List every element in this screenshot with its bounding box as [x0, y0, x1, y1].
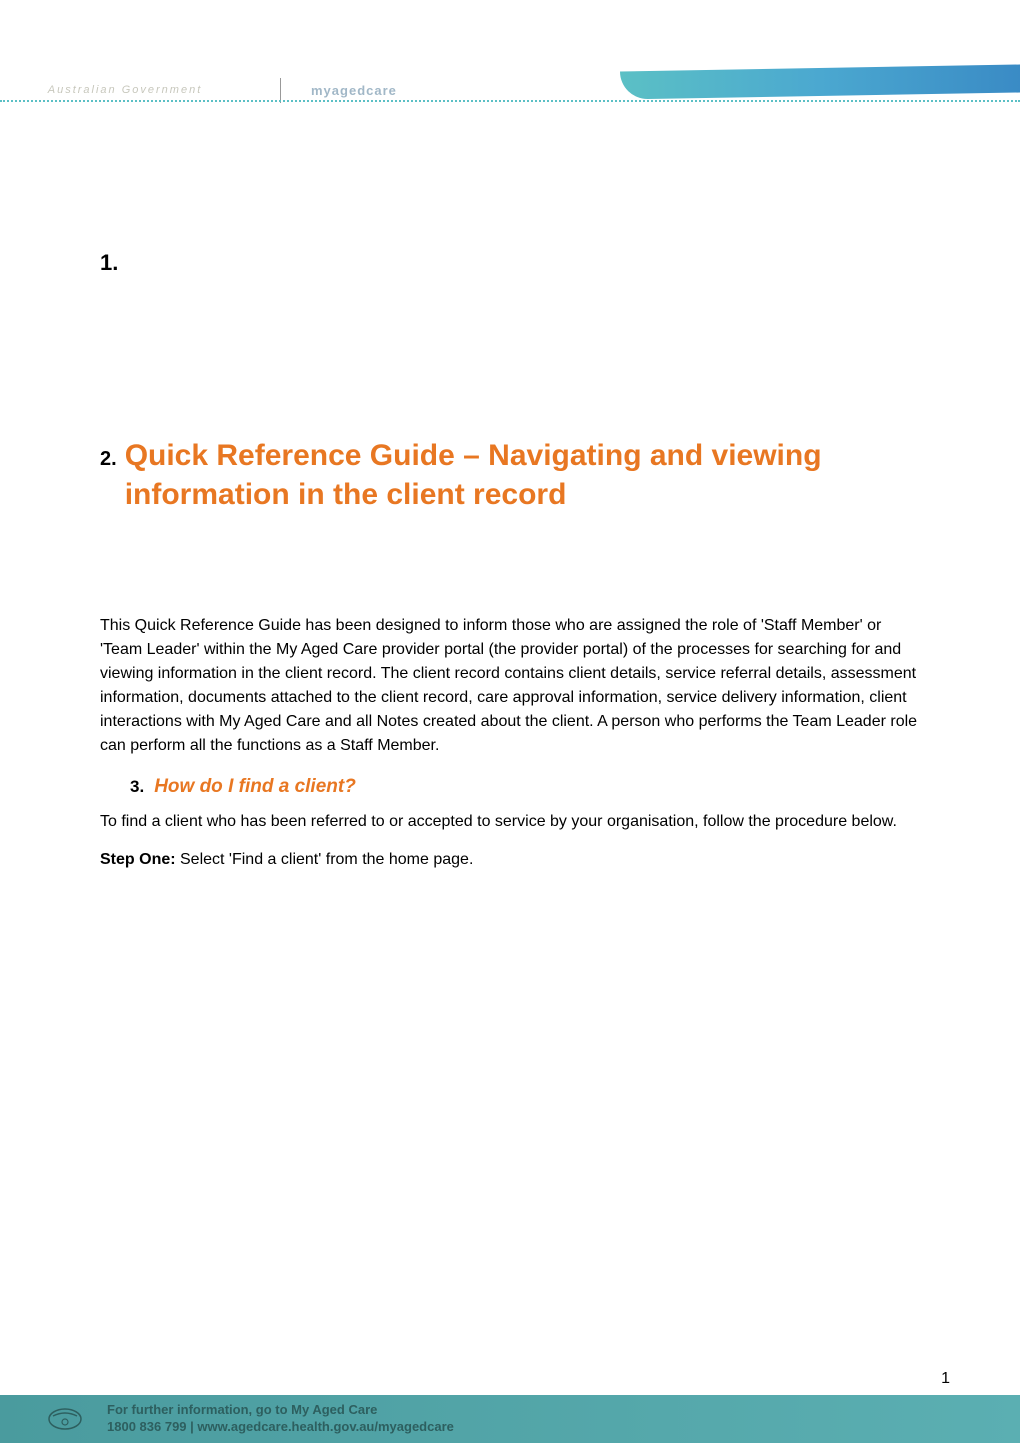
- footer-text-line1: For further information, go to My Aged C…: [107, 1402, 454, 1419]
- phone-icon: [45, 1406, 85, 1432]
- main-title-row: 2. Quick Reference Guide – Navigating an…: [100, 436, 920, 514]
- footer-text-line2: 1800 836 799 | www.agedcare.health.gov.a…: [107, 1419, 454, 1436]
- logo-center-text: myagedcare: [311, 83, 397, 98]
- myagedcare-logo: myagedcare: [311, 78, 491, 103]
- section-heading-row: 3. How do I find a client?: [130, 776, 920, 798]
- main-title: Quick Reference Guide – Navigating and v…: [125, 436, 920, 514]
- intro-paragraph: This Quick Reference Guide has been desi…: [100, 614, 920, 758]
- list-number-1: 1.: [100, 250, 920, 276]
- footer-text: For further information, go to My Aged C…: [107, 1402, 454, 1436]
- list-number-3: 3.: [130, 777, 144, 797]
- step-one-label: Step One:: [100, 851, 176, 868]
- section-heading: How do I find a client?: [154, 776, 356, 798]
- step-one-instruction: Step One: Select 'Find a client' from th…: [100, 848, 920, 872]
- body-text-find-client: To find a client who has been referred t…: [100, 810, 920, 834]
- page-number: 1: [941, 1370, 950, 1388]
- logo-left-text: Australian Government: [48, 84, 203, 96]
- phone-icon-svg: [47, 1408, 83, 1430]
- document-content: 1. 2. Quick Reference Guide – Navigating…: [100, 250, 920, 872]
- header-divider: [280, 78, 281, 103]
- step-one-text: Select 'Find a client' from the home pag…: [176, 851, 474, 868]
- list-number-2: 2.: [100, 448, 117, 471]
- footer-banner: For further information, go to My Aged C…: [0, 1395, 1020, 1443]
- header-dotted-line: [0, 100, 1020, 102]
